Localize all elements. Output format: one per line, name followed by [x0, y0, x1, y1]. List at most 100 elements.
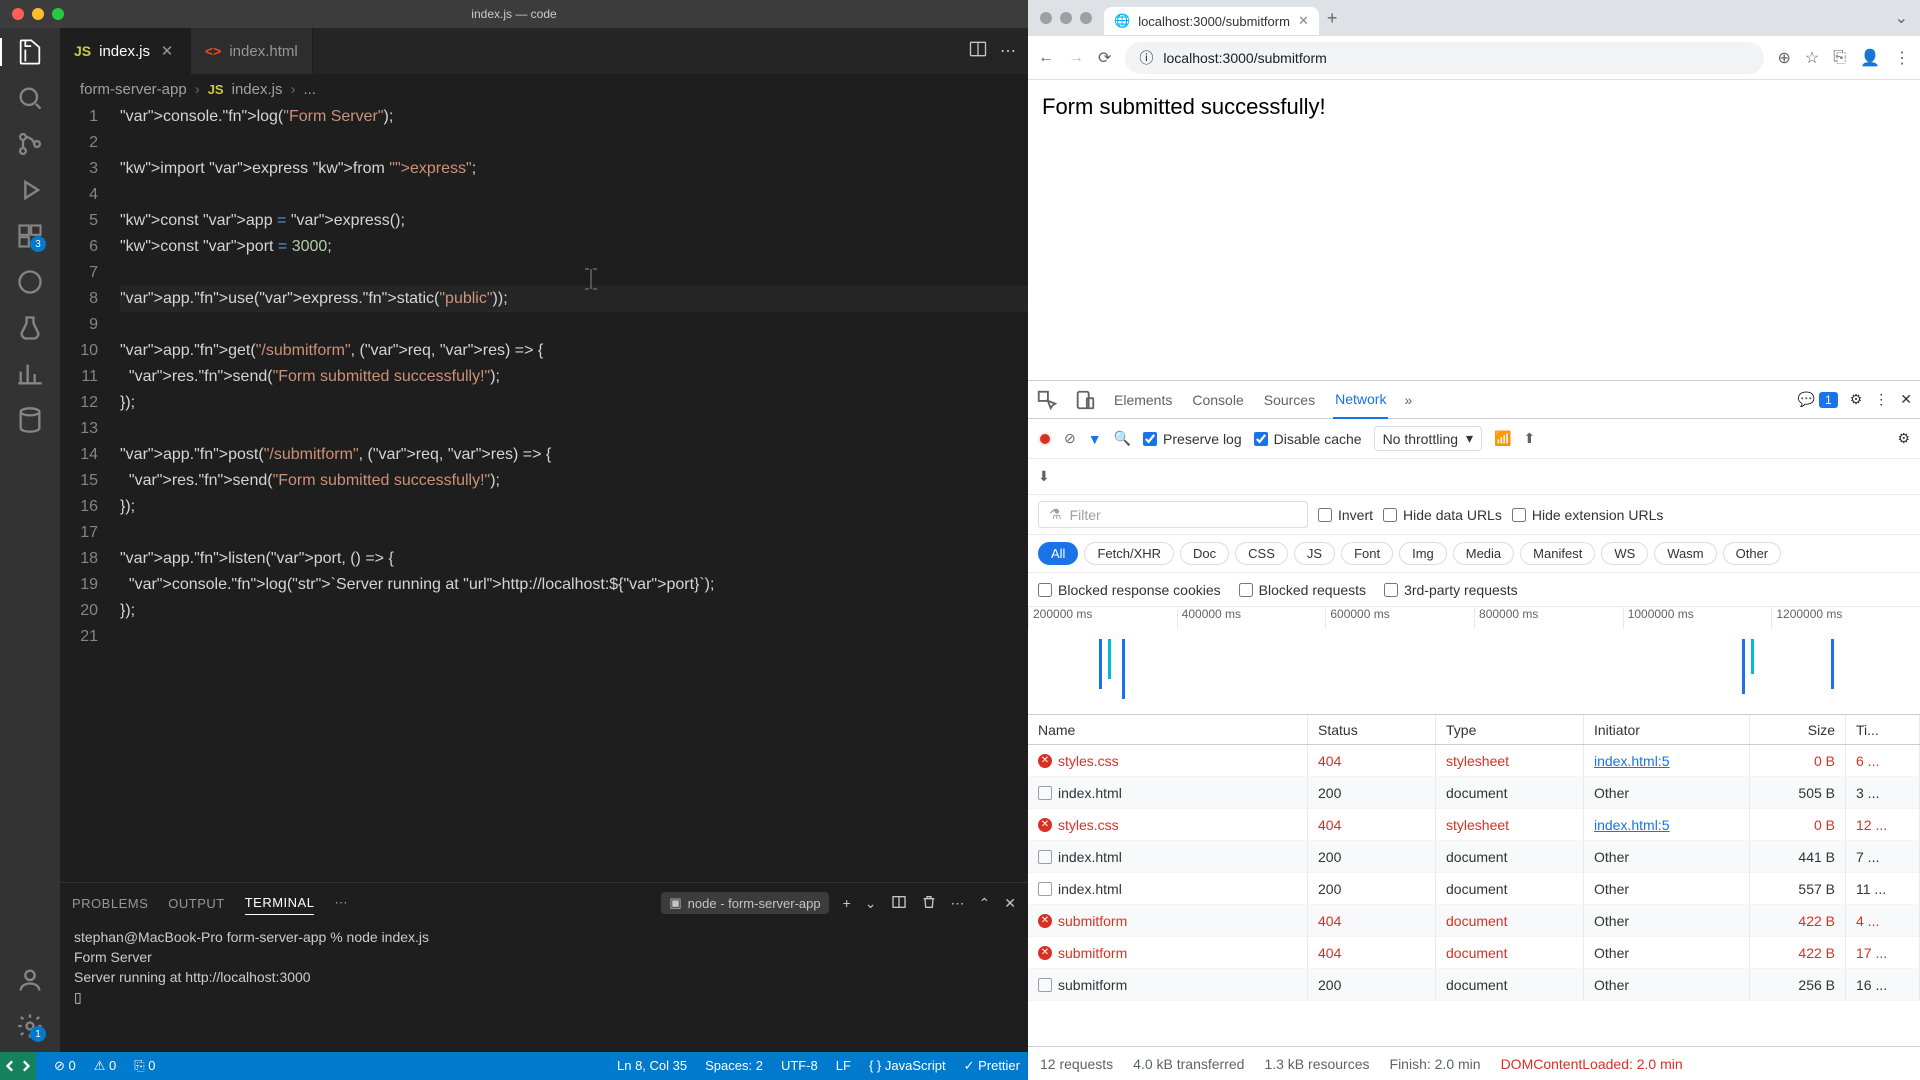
hide-extension-urls-checkbox[interactable]: Hide extension URLs [1512, 507, 1664, 523]
network-row[interactable]: index.html 200 document Other 441 B 7 ..… [1028, 841, 1920, 873]
code-line[interactable]: }); [120, 598, 1028, 624]
close-icon[interactable]: ✕ [1004, 895, 1016, 912]
panel-tab-problems[interactable]: PROBLEMS [72, 892, 148, 915]
code-line[interactable]: "var">console."fn">log("str">`Server run… [120, 572, 1028, 598]
settings-icon[interactable]: ⚙ [1850, 391, 1863, 408]
split-terminal-icon[interactable] [891, 894, 907, 913]
filter-input[interactable]: ⚗ Filter [1038, 501, 1308, 528]
code-editor[interactable]: 123456789101112131415161718192021 "var">… [60, 104, 1028, 882]
close-window-icon[interactable] [1040, 12, 1052, 24]
upload-icon[interactable]: ⬆ [1524, 430, 1536, 447]
tab-network[interactable]: Network [1333, 381, 1388, 419]
network-conditions-icon[interactable]: 📶 [1494, 430, 1511, 447]
run-debug-icon[interactable] [16, 176, 44, 204]
status-warnings[interactable]: ⚠ 0 [94, 1058, 117, 1074]
bookmark-icon[interactable]: ☆ [1805, 48, 1819, 68]
type-filter-all[interactable]: All [1038, 542, 1078, 565]
blocked-cookies-checkbox[interactable]: Blocked response cookies [1038, 582, 1221, 598]
tab-console[interactable]: Console [1190, 381, 1245, 419]
breadcrumb[interactable]: form-server-app › JS index.js › ... [60, 74, 1028, 104]
close-icon[interactable]: ✕ [1298, 13, 1309, 29]
col-initiator[interactable]: Initiator [1584, 715, 1750, 744]
type-filter-wasm[interactable]: Wasm [1654, 542, 1716, 565]
minimize-window-icon[interactable] [32, 8, 44, 20]
type-filter-other[interactable]: Other [1723, 542, 1782, 565]
minimize-window-icon[interactable] [1060, 12, 1072, 24]
network-row[interactable]: index.html 200 document Other 505 B 3 ..… [1028, 777, 1920, 809]
testing-icon[interactable] [16, 314, 44, 342]
code-line[interactable]: "kw">const "var">app = "var">express(); [120, 208, 1028, 234]
disable-cache-checkbox[interactable]: Disable cache [1254, 431, 1362, 447]
throttling-select[interactable]: No throttling▾ [1374, 426, 1483, 451]
more-icon[interactable]: ⋯ [334, 895, 347, 911]
type-filter-ws[interactable]: WS [1601, 542, 1648, 565]
type-filter-manifest[interactable]: Manifest [1520, 542, 1595, 565]
search-icon[interactable] [16, 84, 44, 112]
type-filter-font[interactable]: Font [1341, 542, 1393, 565]
invert-checkbox[interactable]: Invert [1318, 507, 1373, 523]
type-filter-doc[interactable]: Doc [1180, 542, 1229, 565]
hide-data-urls-checkbox[interactable]: Hide data URLs [1383, 507, 1502, 523]
settings-icon[interactable]: 1 [16, 1012, 44, 1040]
code-line[interactable] [120, 260, 1028, 286]
download-icon[interactable]: ⎘ [1833, 49, 1846, 67]
maximize-window-icon[interactable] [52, 8, 64, 20]
network-settings-icon[interactable]: ⚙ [1897, 430, 1910, 447]
reload-button[interactable]: ⟳ [1098, 48, 1111, 68]
status-eol[interactable]: LF [836, 1058, 851, 1074]
col-status[interactable]: Status [1308, 715, 1436, 744]
clear-icon[interactable]: ⊘ [1064, 430, 1076, 447]
extensions-icon[interactable]: 3 [16, 222, 44, 250]
split-editor-icon[interactable] [968, 39, 988, 64]
code-line[interactable] [120, 520, 1028, 546]
search-icon[interactable]: 🔍 [1114, 430, 1131, 447]
network-row[interactable]: ✕styles.css 404 stylesheet index.html:5 … [1028, 745, 1920, 777]
profile-icon[interactable]: 👤 [1860, 48, 1880, 68]
more-icon[interactable]: ⋯ [951, 895, 965, 912]
code-line[interactable]: "var">app."fn">post("/submitform", ("var… [120, 442, 1028, 468]
filter-toggle-icon[interactable]: ▼ [1088, 431, 1102, 447]
code-line[interactable] [120, 312, 1028, 338]
chevron-up-icon[interactable]: ⌃ [979, 895, 991, 912]
explorer-icon[interactable] [16, 38, 44, 66]
network-timeline[interactable]: 200000 ms400000 ms600000 ms800000 ms1000… [1028, 607, 1920, 715]
code-line[interactable]: "var">res."fn">send("Form submitted succ… [120, 468, 1028, 494]
terminal[interactable]: stephan@MacBook-Pro form-server-app % no… [60, 923, 1028, 1052]
remote-button[interactable] [0, 1052, 36, 1080]
status-cursor[interactable]: Ln 8, Col 35 [617, 1058, 687, 1074]
panel-tab-terminal[interactable]: TERMINAL [245, 891, 315, 915]
chevron-down-icon[interactable]: ⌄ [865, 895, 877, 912]
type-filter-js[interactable]: JS [1294, 542, 1335, 565]
tab-index-js[interactable]: JS index.js ✕ [60, 28, 191, 74]
device-icon[interactable] [1074, 389, 1096, 411]
code-line[interactable]: "var">console."fn">log("Form Server"); [120, 104, 1028, 130]
col-size[interactable]: Size [1750, 715, 1846, 744]
tab-sources[interactable]: Sources [1262, 381, 1317, 419]
code-line[interactable]: "var">app."fn">get("/submitform", ("var"… [120, 338, 1028, 364]
third-party-checkbox[interactable]: 3rd-party requests [1384, 582, 1518, 598]
type-filter-css[interactable]: CSS [1235, 542, 1288, 565]
type-filter-media[interactable]: Media [1453, 542, 1514, 565]
inspect-icon[interactable] [1036, 389, 1058, 411]
zoom-icon[interactable]: ⊕ [1778, 48, 1791, 68]
messages-icon[interactable]: 💬1 [1798, 391, 1838, 408]
status-errors[interactable]: ⊘ 0 [54, 1058, 76, 1074]
add-terminal-icon[interactable]: + [843, 895, 851, 911]
col-name[interactable]: Name [1028, 715, 1308, 744]
status-spaces[interactable]: Spaces: 2 [705, 1058, 763, 1074]
network-row[interactable]: ✕submitform 404 document Other 422 B 4 .… [1028, 905, 1920, 937]
panel-tab-output[interactable]: OUTPUT [168, 892, 224, 915]
chart-icon[interactable] [16, 360, 44, 388]
tab-index-html[interactable]: <> index.html [191, 28, 313, 74]
network-row[interactable]: index.html 200 document Other 557 B 11 .… [1028, 873, 1920, 905]
forward-button[interactable]: → [1068, 49, 1084, 67]
type-filter-fetch/xhr[interactable]: Fetch/XHR [1084, 542, 1174, 565]
network-row[interactable]: ✕styles.css 404 stylesheet index.html:5 … [1028, 809, 1920, 841]
code-line[interactable]: "kw">import "var">express "kw">from "">e… [120, 156, 1028, 182]
network-row[interactable]: submitform 200 document Other 256 B 16 .… [1028, 969, 1920, 1001]
code-line[interactable] [120, 182, 1028, 208]
code-line[interactable] [120, 416, 1028, 442]
new-tab-button[interactable]: + [1327, 8, 1338, 29]
database-icon[interactable] [16, 406, 44, 434]
remote-icon[interactable] [16, 268, 44, 296]
